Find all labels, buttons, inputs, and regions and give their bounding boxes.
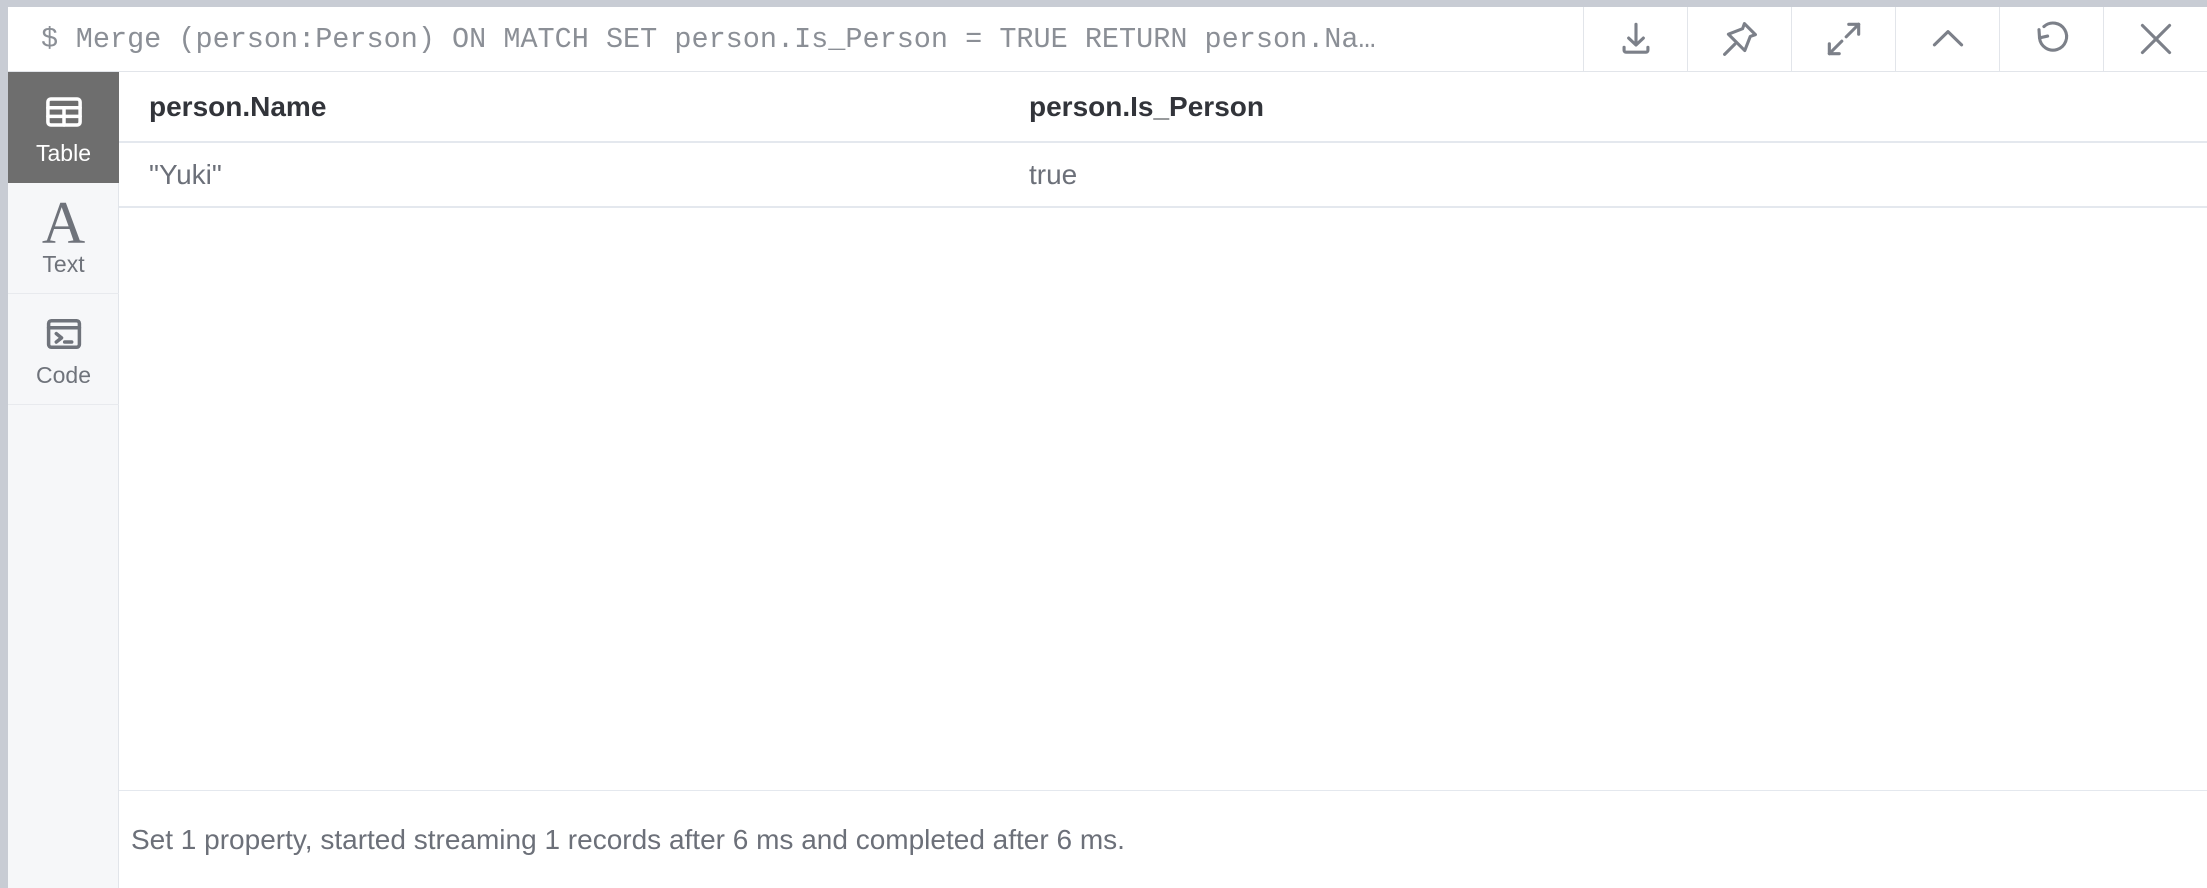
sidebar-item-label-table: Table: [36, 140, 91, 166]
sidebar-item-table[interactable]: Table: [8, 72, 119, 183]
expand-button[interactable]: [1791, 7, 1895, 71]
query-prompt: $: [41, 22, 59, 56]
close-button[interactable]: [2103, 7, 2207, 71]
query-toolbar: [1583, 7, 2207, 71]
window-top-edge: [0, 0, 2207, 7]
query-bar: $ Merge (person:Person) ON MATCH SET per…: [8, 7, 2207, 71]
results-pane: person.Name person.Is_Person "Yuki" true…: [119, 72, 2207, 888]
results-table-area: person.Name person.Is_Person "Yuki" true: [119, 72, 2207, 790]
download-button[interactable]: [1583, 7, 1687, 71]
refresh-icon: [2030, 17, 2074, 61]
status-message: Set 1 property, started streaming 1 reco…: [131, 823, 1125, 855]
result-body: Table A Text Code person.Name person.Is_…: [8, 71, 2207, 888]
chevron-up-icon: [1926, 17, 1970, 61]
download-icon: [1614, 17, 1658, 61]
collapse-button[interactable]: [1895, 7, 1999, 71]
terminal-icon: [43, 311, 85, 357]
pin-button[interactable]: [1687, 7, 1791, 71]
sidebar-item-code[interactable]: Code: [8, 294, 119, 405]
sidebar-item-label-code: Code: [36, 362, 91, 388]
status-bar: Set 1 property, started streaming 1 reco…: [119, 790, 2207, 888]
result-frame: $ Merge (person:Person) ON MATCH SET per…: [0, 0, 2207, 888]
pin-icon: [1718, 17, 1762, 61]
column-header-person-name[interactable]: person.Name: [119, 72, 999, 143]
text-a-icon: A: [41, 190, 86, 256]
column-header-person-is-person[interactable]: person.Is_Person: [999, 72, 2207, 143]
table-row[interactable]: "Yuki" true: [119, 142, 2207, 208]
query-string: Merge (person:Person) ON MATCH SET perso…: [75, 22, 1376, 56]
cell-person-name: "Yuki": [119, 142, 999, 208]
close-icon: [2134, 17, 2178, 61]
expand-icon: [1822, 17, 1866, 61]
table-icon: [43, 89, 85, 135]
cell-person-is-person: true: [999, 142, 2207, 208]
window-left-edge: [0, 0, 8, 888]
query-text[interactable]: $ Merge (person:Person) ON MATCH SET per…: [8, 7, 1583, 71]
view-sidebar: Table A Text Code: [8, 72, 119, 888]
sidebar-item-text[interactable]: A Text: [8, 183, 119, 294]
results-table: person.Name person.Is_Person "Yuki" true: [119, 72, 2207, 208]
sidebar-item-label-text: Text: [42, 251, 85, 277]
rerun-button[interactable]: [1999, 7, 2103, 71]
table-header-row: person.Name person.Is_Person: [119, 72, 2207, 143]
